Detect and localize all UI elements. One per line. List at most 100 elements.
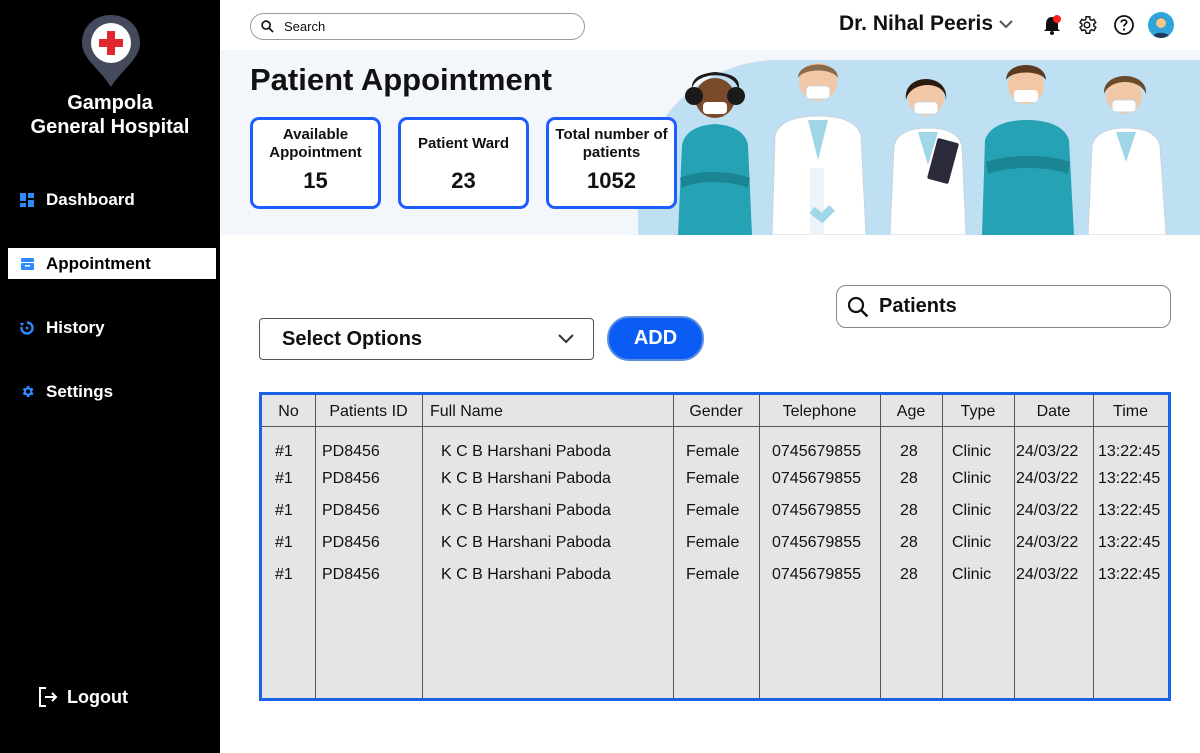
cell-patient-id: PD8456 xyxy=(322,502,380,519)
column-header-date: Date xyxy=(1036,403,1071,420)
add-button[interactable]: ADD xyxy=(607,316,704,361)
stat-label: Available Appointment xyxy=(269,126,362,161)
stat-label: Total number of patients xyxy=(555,126,668,161)
global-search[interactable] xyxy=(250,13,585,40)
cell-time: 13:22:45 xyxy=(1098,443,1161,460)
appointments-table: No Patients ID Full Name Gender Telephon… xyxy=(259,392,1171,701)
cell-date: 24/03/22 xyxy=(1016,470,1079,487)
column-header-no: No xyxy=(278,403,299,420)
gear-icon[interactable] xyxy=(1076,14,1098,36)
cell-telephone: 0745679855 xyxy=(772,443,861,460)
column-divider xyxy=(880,395,881,698)
cell-time: 13:22:45 xyxy=(1098,470,1161,487)
cell-date: 24/03/22 xyxy=(1016,502,1079,519)
stat-card-patient-ward: Patient Ward 23 xyxy=(398,117,529,209)
bell-icon[interactable] xyxy=(1041,14,1063,36)
cell-telephone: 0745679855 xyxy=(772,470,861,487)
sidebar-item-dashboard[interactable]: Dashboard xyxy=(8,184,216,215)
doctor-menu[interactable]: Dr. Nihal Peeris xyxy=(839,12,1015,36)
cell-age: 28 xyxy=(900,502,918,519)
sidebar-item-label: History xyxy=(46,317,105,337)
dashboard-icon xyxy=(19,192,35,208)
cell-telephone: 0745679855 xyxy=(772,566,861,583)
search-icon xyxy=(847,296,869,317)
column-header-full-name: Full Name xyxy=(430,403,503,420)
history-icon xyxy=(19,320,35,336)
column-header-time: Time xyxy=(1113,403,1148,420)
cell-no: #1 xyxy=(275,566,293,583)
column-divider xyxy=(673,395,674,698)
cell-type: Clinic xyxy=(952,502,992,519)
cell-no: #1 xyxy=(275,470,293,487)
sidebar-item-appointment[interactable]: Appointment xyxy=(8,248,216,279)
sidebar-item-settings[interactable]: Settings xyxy=(8,376,216,407)
options-select[interactable]: Select Options xyxy=(259,318,594,360)
doctor-name: Dr. Nihal Peeris xyxy=(839,12,994,35)
doctors-illustration xyxy=(678,63,1167,235)
column-divider xyxy=(422,395,423,698)
search-icon xyxy=(261,20,274,33)
hospital-name: Gampola General Hospital xyxy=(30,92,190,138)
column-divider xyxy=(942,395,943,698)
cell-gender: Female xyxy=(686,566,740,583)
sidebar-item-history[interactable]: History xyxy=(8,312,216,343)
search-input[interactable] xyxy=(284,19,564,34)
column-divider xyxy=(759,395,760,698)
cell-patient-id: PD8456 xyxy=(322,534,380,551)
cell-age: 28 xyxy=(900,443,918,460)
stat-value: 1052 xyxy=(587,168,636,193)
cell-patient-id: PD8456 xyxy=(322,566,380,583)
cell-date: 24/03/22 xyxy=(1016,566,1079,583)
doctor-figure xyxy=(678,72,752,235)
page-title: Patient Appointment xyxy=(250,62,552,97)
chevron-down-icon xyxy=(999,20,1013,29)
cell-date: 24/03/22 xyxy=(1016,443,1079,460)
cell-gender: Female xyxy=(686,502,740,519)
patient-search[interactable] xyxy=(836,285,1171,328)
column-divider xyxy=(1093,395,1094,698)
cell-no: #1 xyxy=(275,443,293,460)
cell-full-name: K C B Harshani Paboda xyxy=(441,443,611,460)
logout-label: Logout xyxy=(67,686,128,707)
column-header-patients-id: Patients ID xyxy=(329,403,408,420)
cell-gender: Female xyxy=(686,443,740,460)
stat-value: 23 xyxy=(451,168,476,193)
select-value: Select Options xyxy=(282,327,423,350)
cell-type: Clinic xyxy=(952,534,992,551)
cell-full-name: K C B Harshani Paboda xyxy=(441,566,611,583)
cell-gender: Female xyxy=(686,470,740,487)
cell-telephone: 0745679855 xyxy=(772,502,861,519)
stat-label: Patient Ward xyxy=(417,135,510,152)
column-divider xyxy=(1014,395,1015,698)
doctor-figure xyxy=(889,79,967,235)
column-divider xyxy=(315,395,316,698)
cell-gender: Female xyxy=(686,534,740,551)
cell-time: 13:22:45 xyxy=(1098,566,1161,583)
cell-age: 28 xyxy=(900,566,918,583)
cell-type: Clinic xyxy=(952,443,992,460)
cell-time: 13:22:45 xyxy=(1098,502,1161,519)
column-header-age: Age xyxy=(896,403,926,420)
cell-type: Clinic xyxy=(952,566,992,583)
cell-age: 28 xyxy=(900,470,918,487)
sidebar-item-label: Settings xyxy=(46,381,114,401)
column-header-telephone: Telephone xyxy=(782,403,857,420)
cell-full-name: K C B Harshani Paboda xyxy=(441,502,611,519)
cell-telephone: 0745679855 xyxy=(772,534,861,551)
sidebar-item-label: Dashboard xyxy=(46,189,135,209)
stat-value: 15 xyxy=(303,168,328,193)
avatar[interactable] xyxy=(1148,12,1174,38)
cell-full-name: K C B Harshani Paboda xyxy=(441,470,611,487)
gear-icon xyxy=(19,384,35,400)
cell-age: 28 xyxy=(900,534,918,551)
sidebar-item-label: Appointment xyxy=(46,253,151,273)
cell-time: 13:22:45 xyxy=(1098,534,1161,551)
help-icon[interactable] xyxy=(1113,14,1135,36)
logout-button[interactable]: Logout xyxy=(37,686,128,708)
cell-no: #1 xyxy=(275,534,293,551)
cell-patient-id: PD8456 xyxy=(322,443,380,460)
sidebar: Gampola General Hospital Dashboard Appoi… xyxy=(0,0,220,753)
cell-full-name: K C B Harshani Paboda xyxy=(441,534,611,551)
patient-search-input[interactable] xyxy=(879,295,1149,318)
stat-card-total-patients: Total number of patients 1052 xyxy=(546,117,677,209)
